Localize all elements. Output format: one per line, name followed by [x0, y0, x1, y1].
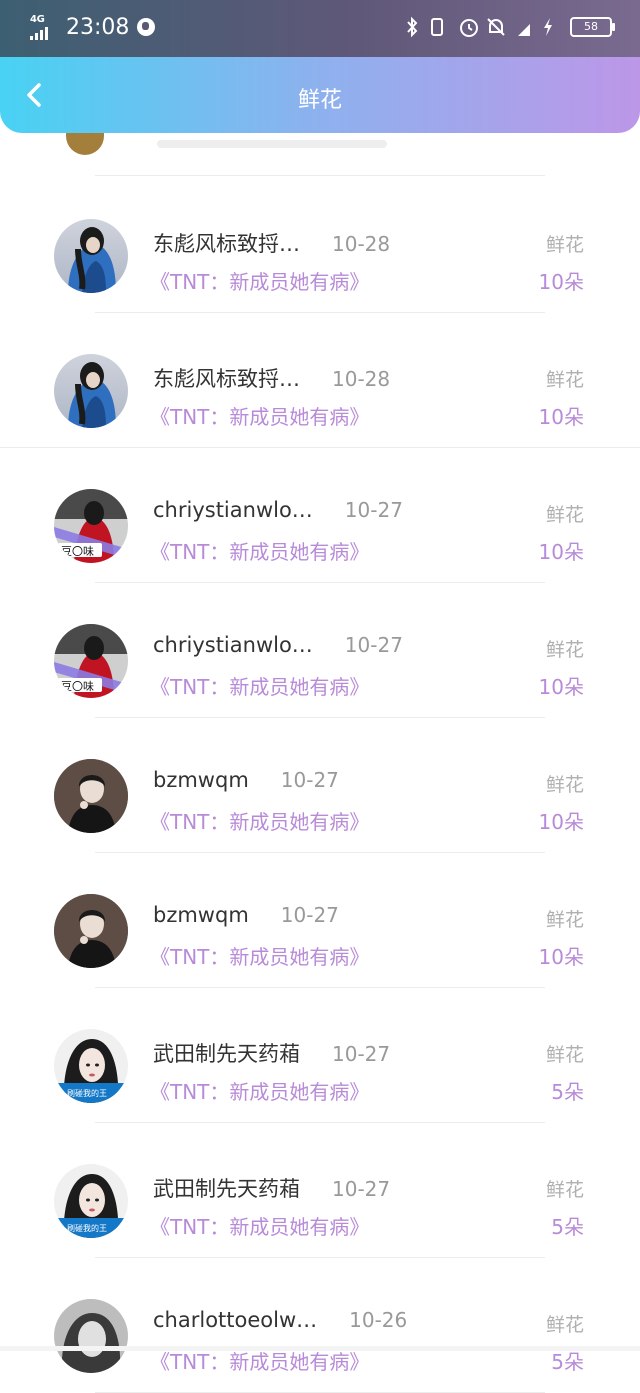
avatar[interactable]: 豆〇味	[54, 624, 128, 698]
username: 武田制先天药葙	[153, 1177, 300, 1201]
book-title-link[interactable]: 《TNT：新成员她有病》	[150, 806, 369, 835]
gift-type: 鲜花	[545, 234, 584, 256]
avatar-caption-text: 刷碰我的王	[67, 1088, 107, 1098]
book-title-link[interactable]: 《TNT：新成员她有病》	[150, 671, 369, 700]
book-title-link[interactable]: 《TNT：新成员她有病》	[150, 536, 369, 565]
status-bar: 4G 23:08 58	[0, 0, 640, 60]
alarm-icon	[458, 16, 478, 38]
gift-count: 10朵	[538, 270, 584, 294]
scroll-indicator	[0, 1346, 640, 1351]
nav-header: 鲜花	[0, 57, 640, 133]
gift-date: 10-26	[349, 1308, 408, 1332]
avatar[interactable]	[54, 219, 128, 293]
list-item[interactable]: 东彪风标致捋… 10-28 《TNT：新成员她有病》 鲜花 10朵	[0, 313, 640, 448]
status-time: 23:08	[66, 14, 130, 40]
gift-type: 鲜花	[545, 1044, 584, 1066]
list-item[interactable]: 东彪风标致捋… 10-28 《TNT：新成员她有病》 鲜花 10朵	[0, 178, 640, 313]
book-title-link[interactable]: 《TNT：新成员她有病》	[150, 401, 369, 430]
gift-date: 10-27	[280, 768, 339, 792]
gift-date: 10-28	[332, 232, 391, 256]
gift-date: 10-28	[332, 367, 391, 391]
username: bzmwqm	[153, 768, 249, 792]
gift-type: 鲜花	[545, 639, 584, 661]
mute-icon	[486, 16, 506, 38]
avatar[interactable]: 豆〇味	[54, 489, 128, 563]
gift-date: 10-27	[280, 903, 339, 927]
avatar[interactable]	[54, 1299, 128, 1373]
avatar[interactable]	[54, 354, 128, 428]
list-item[interactable]: bzmwqm 10-27 《TNT：新成员她有病》 鲜花 10朵	[0, 718, 640, 853]
gift-date: 10-27	[344, 498, 403, 522]
username: 东彪风标致捋…	[153, 232, 300, 256]
book-title-link[interactable]: 《TNT：新成员她有病》	[150, 941, 369, 970]
avatar-caption-text: 豆〇味	[61, 680, 94, 693]
charging-icon	[542, 16, 562, 38]
list-item[interactable]: charlottoeolw… 10-26 《TNT：新成员她有病》 鲜花 5朵	[0, 1258, 640, 1393]
avatar	[66, 133, 104, 155]
username: bzmwqm	[153, 903, 249, 927]
cellular-4g-icon	[514, 16, 534, 38]
gift-count: 10朵	[538, 405, 584, 429]
username: chriystianwlo…	[153, 633, 313, 657]
avatar[interactable]: 刷碰我的王	[54, 1164, 128, 1238]
gift-type: 鲜花	[545, 504, 584, 526]
gift-date: 10-27	[332, 1177, 391, 1201]
username: charlottoeolw…	[153, 1308, 318, 1332]
gift-type: 鲜花	[545, 909, 584, 931]
username: 东彪风标致捋…	[153, 367, 300, 391]
list-item[interactable]: 豆〇味 chriystianwlo… 10-27 《TNT：新成员她有病》 鲜花 10朵	[0, 583, 640, 718]
gift-date: 10-27	[344, 633, 403, 657]
gift-type: 鲜花	[545, 369, 584, 391]
gift-count: 5朵	[551, 1215, 584, 1239]
globe-icon	[137, 18, 156, 36]
list-item-partial	[0, 133, 640, 178]
list-item[interactable]: 刷碰我的王 武田制先天药葙 10-27 《TNT：新成员她有病》 鲜花 5朵	[0, 1123, 640, 1258]
avatar-caption-text: 豆〇味	[61, 545, 94, 558]
avatar[interactable]	[54, 894, 128, 968]
gift-count: 10朵	[538, 945, 584, 969]
network-type: 4G	[30, 14, 45, 25]
book-title-link[interactable]: 《TNT：新成员她有病》	[150, 1211, 369, 1240]
avatar[interactable]: 刷碰我的王	[54, 1029, 128, 1103]
page-title: 鲜花	[297, 88, 342, 113]
list-item[interactable]: 刷碰我的王 武田制先天药葙 10-27 《TNT：新成员她有病》 鲜花 5朵	[0, 988, 640, 1123]
gift-type: 鲜花	[545, 774, 584, 796]
gift-count: 5朵	[551, 1080, 584, 1104]
avatar-caption-text: 刷碰我的王	[67, 1223, 107, 1233]
gift-count: 10朵	[538, 810, 584, 834]
book-title-link[interactable]: 《TNT：新成员她有病》	[150, 266, 369, 295]
list-item[interactable]: bzmwqm 10-27 《TNT：新成员她有病》 鲜花 10朵	[0, 853, 640, 988]
gift-date: 10-27	[332, 1042, 391, 1066]
list-item[interactable]: 豆〇味 chriystianwlo… 10-27 《TNT：新成员她有病》 鲜花 10朵	[0, 448, 640, 583]
book-title-link[interactable]: 《TNT：新成员她有病》	[150, 1076, 369, 1105]
signal-icon: 4G	[30, 14, 56, 40]
gift-type: 鲜花	[545, 1179, 584, 1201]
avatar[interactable]	[54, 759, 128, 833]
username: chriystianwlo…	[153, 498, 313, 522]
vibrate-icon	[430, 16, 450, 38]
username: 武田制先天药葙	[153, 1042, 300, 1066]
gift-count: 10朵	[538, 675, 584, 699]
bluetooth-icon	[402, 16, 422, 38]
gift-type: 鲜花	[545, 1314, 584, 1336]
gift-count: 10朵	[538, 540, 584, 564]
battery-icon: 58	[570, 17, 615, 37]
